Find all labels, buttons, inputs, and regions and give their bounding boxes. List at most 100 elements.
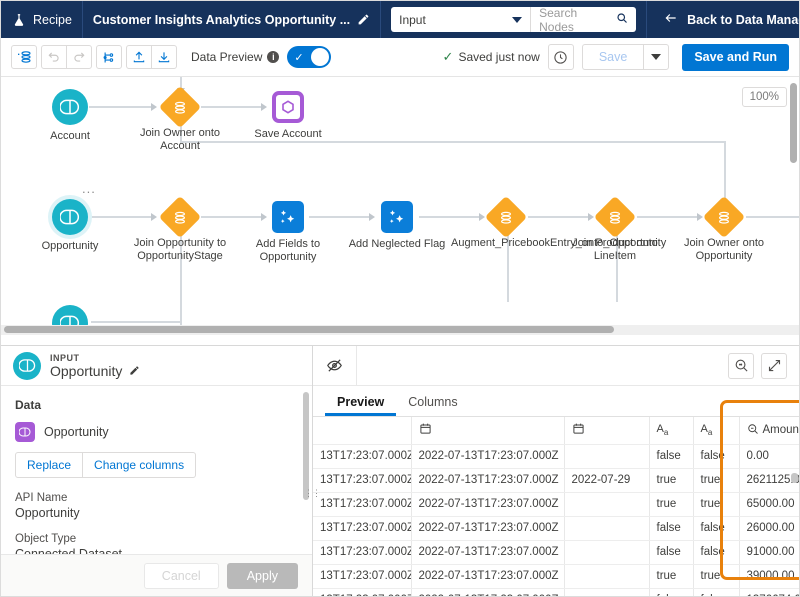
cell-date-3 <box>564 516 650 541</box>
node-type-value: Input <box>399 12 426 27</box>
canvas-node-add-fields[interactable]: Add Fields to Opportunity <box>256 199 320 264</box>
preview-tabs: Preview Columns <box>313 386 799 417</box>
table-row[interactable]: 13T17:23:07.000Z 2022-07-13T17:23:07.000… <box>313 468 799 493</box>
branch-icon[interactable] <box>96 45 122 69</box>
canvas-horizontal-scrollbar[interactable] <box>4 326 614 333</box>
canvas-node-augment-pricebook[interactable]: Augment_PricebookEntry_onto_Opportunity <box>451 195 666 250</box>
node-type-select[interactable]: Input <box>391 7 532 32</box>
cell-date-2: 2022-07-13T17:23:07.000Z <box>411 492 565 517</box>
cancel-button[interactable]: Cancel <box>143 562 219 589</box>
search-nodes-input[interactable]: Search Nodes <box>531 7 636 32</box>
node-inspector-panel: INPUT Opportunity Data Opportunity Repla… <box>1 346 321 596</box>
canvas-node-join-opportunity-stage[interactable]: Join Opportunity to OpportunityStage <box>134 195 226 263</box>
cell-amount-cad: 65000.00 <box>739 492 799 517</box>
table-col-amount-cad[interactable]: Amount CAD <box>739 417 799 445</box>
cell-date-2: 2022-07-13T17:23:07.000Z <box>411 564 565 589</box>
redo-icon[interactable] <box>66 45 92 69</box>
recipe-title-segment[interactable]: Customer Insights Analytics Opportunity … <box>83 1 382 38</box>
undo-icon[interactable] <box>41 45 67 69</box>
preview-table-body: 13T17:23:07.000Z 2022-07-13T17:23:07.000… <box>313 444 799 596</box>
cell-date-1: 13T17:23:07.000Z <box>313 540 412 565</box>
cell-text-1: true <box>649 564 694 589</box>
join-icon <box>593 195 637 239</box>
recipe-toolbar: Data Preview i ✓ ✓ Saved just now Save S… <box>1 38 799 77</box>
node-label: Opportunity <box>41 240 99 252</box>
panel-resize-handle[interactable]: ⋮⋮ <box>304 484 321 502</box>
cell-date-3 <box>564 492 650 517</box>
node-label: Join Owner onto Account <box>139 127 221 152</box>
back-label: Back to Data Manager <box>687 12 799 27</box>
canvas-node-partial[interactable] <box>51 305 89 325</box>
canvas-node-opportunity[interactable]: Opportunity <box>42 199 98 253</box>
zoom-level-badge[interactable]: 100% <box>741 87 787 107</box>
dataset-icon <box>13 351 41 380</box>
history-clock-icon[interactable] <box>547 44 574 70</box>
table-row[interactable]: 13T17:23:07.000Z 2022-07-13T17:23:07.000… <box>313 492 799 517</box>
cell-text-1: false <box>649 588 694 596</box>
table-row[interactable]: 13T17:23:07.000Z 2022-07-13T17:23:07.000… <box>313 444 799 469</box>
save-button[interactable]: Save <box>581 44 644 70</box>
canvas-node-join-owner-account[interactable]: Join Owner onto Account <box>140 85 220 153</box>
canvas-node-add-neglected-flag[interactable]: Add Neglected Flag <box>349 199 445 251</box>
cell-date-2: 2022-07-13T17:23:07.000Z <box>411 540 565 565</box>
back-to-data-manager-button[interactable]: Back to Data Manager <box>647 1 799 38</box>
join-icon <box>158 195 202 239</box>
dataset-name: Opportunity <box>44 425 109 439</box>
canvas-horizontal-scrollbar-track[interactable] <box>1 325 799 335</box>
tab-preview[interactable]: Preview <box>325 386 396 416</box>
table-col-date-1[interactable] <box>313 417 412 445</box>
calendar-icon <box>572 422 585 438</box>
save-dropdown-button[interactable] <box>643 44 670 70</box>
upload-icon[interactable] <box>126 45 152 69</box>
dataset-icon <box>52 199 88 235</box>
tab-columns[interactable]: Columns <box>396 386 469 416</box>
recipe-home-button[interactable]: Recipe <box>1 1 83 38</box>
canvas-node-join-owner-opportunity[interactable]: Join Owner onto Opportunity <box>684 195 764 263</box>
eye-slash-icon[interactable] <box>313 346 357 386</box>
download-icon[interactable] <box>151 45 177 69</box>
edge-arrow-icon <box>261 103 267 111</box>
table-col-text-1[interactable]: Aa <box>649 417 694 445</box>
canvas-vertical-scrollbar[interactable] <box>790 83 797 163</box>
pencil-icon[interactable] <box>128 364 141 377</box>
canvas-node-save-account[interactable]: Save Account <box>254 89 322 141</box>
table-row[interactable]: 13T17:23:07.000Z 2022-07-13T17:23:07.000… <box>313 540 799 565</box>
add-node-icon[interactable] <box>11 45 37 69</box>
inspector-title-row: Opportunity <box>50 363 141 379</box>
cell-amount-cad: 2621125.00 <box>739 468 799 493</box>
info-icon[interactable]: i <box>267 51 280 63</box>
change-columns-button[interactable]: Change columns <box>83 452 197 478</box>
replace-button[interactable]: Replace <box>15 452 84 478</box>
magnifier-icon[interactable] <box>728 352 754 379</box>
formula-icon <box>381 201 413 233</box>
table-col-text-2[interactable]: Aa <box>693 417 740 445</box>
save-and-run-button[interactable]: Save and Run <box>682 43 789 71</box>
recipe-canvas[interactable]: ... Account Join Owner onto Account Save… <box>1 77 799 335</box>
table-col-date-2[interactable] <box>411 417 565 445</box>
cell-date-1: 13T17:23:07.000Z <box>313 516 412 541</box>
edge-owner-out <box>746 216 799 218</box>
output-icon <box>272 91 304 123</box>
canvas-node-account[interactable]: Account <box>50 89 90 143</box>
expand-diagonal-icon[interactable] <box>761 352 787 379</box>
preview-table-wrapper[interactable]: Aa Aa Amount CAD <box>313 417 799 596</box>
data-preview-toggle[interactable]: ✓ <box>287 46 332 68</box>
edge-arrow-icon <box>479 213 485 221</box>
table-row[interactable]: 13T17:23:07.000Z 2022-07-13T17:23:07.000… <box>313 588 799 596</box>
canvas-node-join-product-lineitem[interactable]: Join Product onto LineItem <box>572 195 658 263</box>
cell-date-1: 13T17:23:07.000Z <box>313 444 412 469</box>
api-name-label: API Name <box>15 492 68 504</box>
cell-text-2: true <box>693 468 740 493</box>
apply-button[interactable]: Apply <box>226 562 298 589</box>
edge-augment-product <box>528 216 588 218</box>
edge-arrow-icon <box>588 213 594 221</box>
table-vertical-scrollbar[interactable] <box>791 473 798 483</box>
table-col-date-3[interactable] <box>564 417 650 445</box>
join-icon <box>702 195 746 239</box>
table-row[interactable]: 13T17:23:07.000Z 2022-07-13T17:23:07.000… <box>313 516 799 541</box>
edge-arrow-icon <box>697 213 703 221</box>
node-overflow-dots[interactable]: ... <box>82 181 96 196</box>
page-title: Customer Insights Analytics Opportunity … <box>92 12 351 27</box>
table-row[interactable]: 13T17:23:07.000Z 2022-07-13T17:23:07.000… <box>313 564 799 589</box>
pencil-icon[interactable] <box>357 13 370 26</box>
